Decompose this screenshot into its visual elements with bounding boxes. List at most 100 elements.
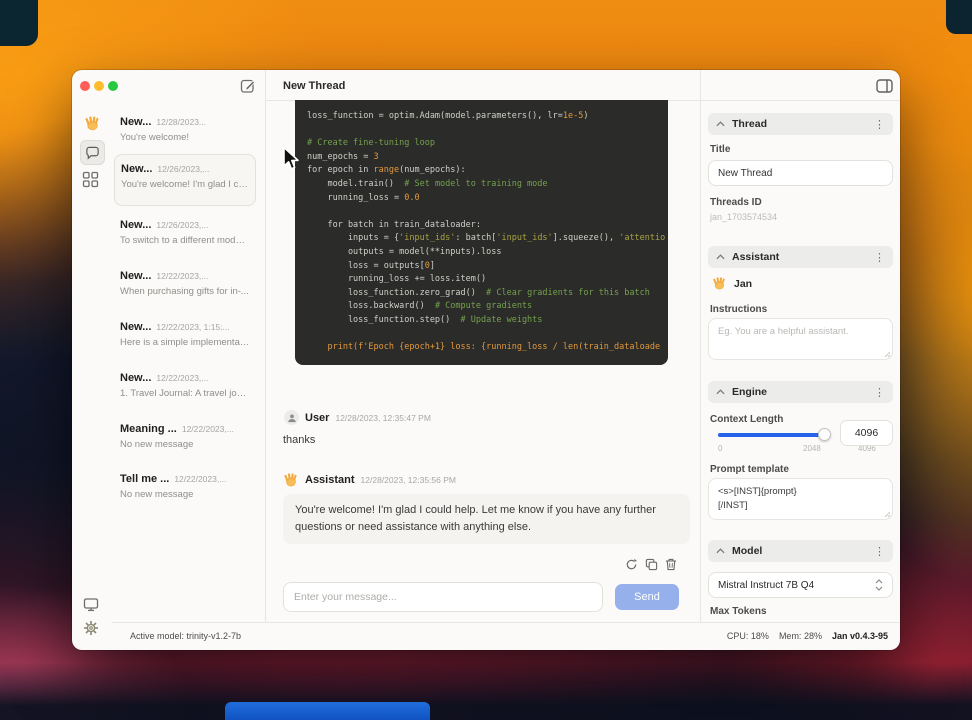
zoom-window-button[interactable] xyxy=(108,81,118,91)
message-timestamp: 12/28/2023, 12:35:56 PM xyxy=(360,475,456,485)
up-down-chevrons-icon xyxy=(875,579,883,591)
context-length-slider[interactable] xyxy=(718,428,831,441)
resize-handle-icon[interactable] xyxy=(884,511,891,518)
assistant-avatar-wave-icon xyxy=(284,473,297,487)
minimize-window-button[interactable] xyxy=(94,81,104,91)
background-window-corner xyxy=(0,0,38,46)
thread-preview: 1. Travel Journal: A travel journ... xyxy=(120,388,250,399)
thread-preview: You're welcome! I'm glad I cou... xyxy=(121,179,249,190)
delete-button[interactable] xyxy=(661,554,681,574)
thread-list-item[interactable]: Tell me ... 12/22/2023,... No new message xyxy=(120,473,250,511)
thread-title: New... xyxy=(120,270,152,282)
thread-list-item[interactable]: New... 12/22/2023,... 1. Travel Journal: … xyxy=(120,372,250,410)
kebab-menu-icon[interactable]: ⋮ xyxy=(874,251,885,264)
assistant-identity: Jan xyxy=(712,276,752,291)
thread-list-item[interactable]: New... 12/28/2023... You're welcome! xyxy=(120,116,250,154)
section-title: Thread xyxy=(732,118,768,130)
message-bubble: You're welcome! I'm glad I could help. L… xyxy=(283,494,690,545)
threads-id-label: Threads ID xyxy=(710,197,762,208)
background-taskbar-window[interactable] xyxy=(225,702,430,720)
section-title: Assistant xyxy=(732,251,780,263)
user-avatar-icon xyxy=(284,410,299,425)
section-header-assistant[interactable]: Assistant ⋮ xyxy=(708,246,893,268)
close-window-button[interactable] xyxy=(80,81,90,91)
copy-icon xyxy=(645,558,657,570)
send-button[interactable]: Send xyxy=(615,584,679,610)
apps-grid-icon xyxy=(82,171,99,188)
status-bar: Active model: trinity-v1.2-7b CPU: 18% M… xyxy=(72,622,900,650)
thread-date: 12/26/2023,... xyxy=(157,164,210,174)
thread-title: Meaning ... xyxy=(120,423,177,435)
thread-date: 12/22/2023,... xyxy=(174,474,227,484)
regenerate-button[interactable] xyxy=(621,554,641,574)
section-header-thread[interactable]: Thread ⋮ xyxy=(708,113,893,135)
chevron-up-icon xyxy=(716,548,725,554)
prompt-template-textarea[interactable]: <s>[INST]{prompt} [/INST] xyxy=(708,478,893,520)
instructions-textarea[interactable]: Eg. You are a helpful assistant. xyxy=(708,318,893,360)
thread-title: New... xyxy=(120,372,152,384)
sidebar-item-chat[interactable] xyxy=(80,140,105,165)
model-select[interactable]: Mistral Instruct 7B Q4 xyxy=(708,572,893,598)
desktop: New Thread New... 12/28/2023... You're we… xyxy=(0,0,972,720)
thread-list-item[interactable]: New... 12/22/2023,... When purchasing gif… xyxy=(120,270,250,308)
prompt-template-label: Prompt template xyxy=(710,464,789,475)
divider xyxy=(700,70,701,622)
app-version: Jan v0.4.3-95 xyxy=(831,631,888,641)
thread-list-item[interactable]: New... 12/26/2023,... To switch to a diff… xyxy=(120,219,250,257)
title-label: Title xyxy=(710,144,731,155)
jan-logo-wave-icon[interactable] xyxy=(84,115,101,132)
cpu-usage: CPU: 18% xyxy=(726,631,769,641)
thread-list-item[interactable]: New... 12/22/2023, 1:15:... Here is a sim… xyxy=(120,321,250,359)
section-title: Engine xyxy=(732,386,768,398)
trash-icon xyxy=(665,558,677,570)
sidebar-item-system-monitor[interactable] xyxy=(83,597,99,612)
thread-title: New... xyxy=(121,163,153,175)
sidebar-right-icon xyxy=(876,79,893,93)
slider-tick-min: 0 xyxy=(718,444,723,453)
thread-date: 12/22/2023,... xyxy=(156,373,209,383)
thread-title: New... xyxy=(120,321,152,333)
chevron-up-icon xyxy=(716,121,725,127)
thread-title: Tell me ... xyxy=(120,473,170,485)
thread-preview: When purchasing gifts for in-... xyxy=(120,286,249,297)
regenerate-icon xyxy=(626,558,637,569)
message-timestamp: 12/28/2023, 12:35:47 PM xyxy=(335,412,431,423)
thread-title-input[interactable] xyxy=(708,160,893,186)
slider-thumb[interactable] xyxy=(818,428,831,441)
thread-date: 12/22/2023,... xyxy=(156,271,209,281)
assistant-name: Jan xyxy=(734,277,753,290)
new-thread-compose-button[interactable] xyxy=(240,78,256,94)
section-header-model[interactable]: Model ⋮ xyxy=(708,540,893,562)
kebab-menu-icon[interactable]: ⋮ xyxy=(874,386,885,399)
model-select-value: Mistral Instruct 7B Q4 xyxy=(718,579,815,591)
thread-list-item-selected[interactable]: New... 12/26/2023,... You're welcome! I'm… xyxy=(114,154,256,206)
jan-app-window: New Thread New... 12/28/2023... You're we… xyxy=(72,70,900,650)
section-title: Model xyxy=(732,545,763,557)
divider xyxy=(265,70,266,622)
slider-tick-mid: 2048 xyxy=(803,444,821,453)
resize-handle-icon[interactable] xyxy=(884,351,891,358)
background-window-corner xyxy=(946,0,972,34)
copy-button[interactable] xyxy=(641,554,661,574)
thread-preview: Here is a simple implementati... xyxy=(120,337,250,348)
thread-title: New... xyxy=(120,219,152,231)
toggle-right-panel-button[interactable] xyxy=(876,79,893,93)
context-length-value[interactable]: 4096 xyxy=(840,420,893,446)
thread-date: 12/22/2023, 1:15:... xyxy=(156,322,230,332)
thread-list-item[interactable]: Meaning ... 12/22/2023,... No new message xyxy=(120,423,250,461)
code-block: loss_function = optim.Adam(model.paramet… xyxy=(295,100,668,365)
context-length-label: Context Length xyxy=(710,414,784,425)
thread-date: 12/26/2023,... xyxy=(156,220,209,230)
kebab-menu-icon[interactable]: ⋮ xyxy=(874,118,885,131)
sidebar-item-hub[interactable] xyxy=(82,171,99,188)
section-header-engine[interactable]: Engine ⋮ xyxy=(708,381,893,403)
monitor-icon xyxy=(83,598,99,612)
message-role: Assistant xyxy=(305,474,355,486)
message-input[interactable] xyxy=(283,582,603,612)
thread-title: New... xyxy=(120,116,152,128)
max-tokens-label: Max Tokens xyxy=(710,606,767,617)
thread-preview: You're welcome! xyxy=(120,132,190,143)
kebab-menu-icon[interactable]: ⋮ xyxy=(874,545,885,558)
message-role: User xyxy=(305,411,330,424)
message-header: Assistant 12/28/2023, 12:35:56 PM xyxy=(283,472,456,488)
